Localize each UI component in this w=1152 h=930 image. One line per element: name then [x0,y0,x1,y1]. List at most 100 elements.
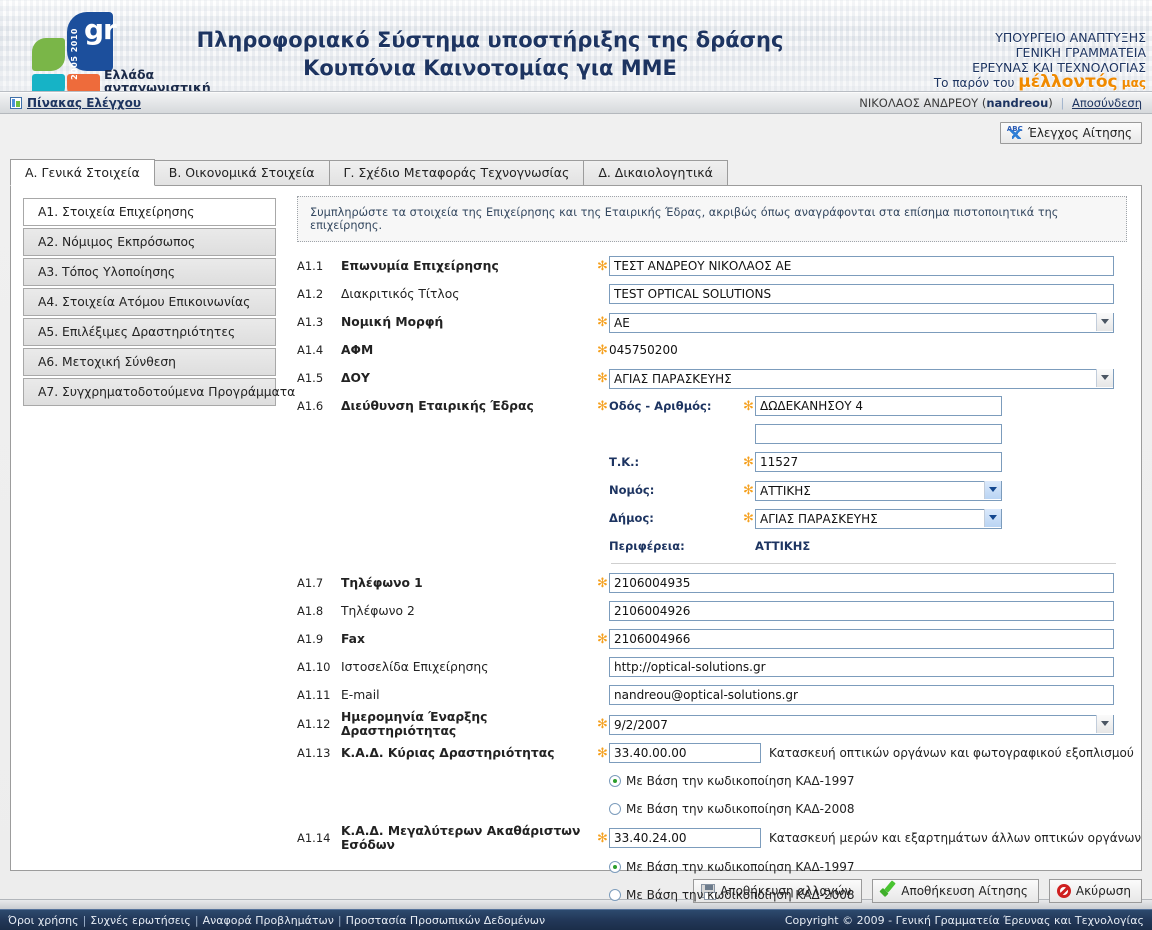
highest-revenue-kad-input[interactable] [609,828,761,848]
field-row-tax-office: Α1.5 ΔΟΥ ✻ [297,365,1127,391]
radio-row-main-kad-2008: ✻ Με Βάση την κωδικοποίηση ΚΑΔ-2008 [297,796,1127,822]
field-label: ΑΦΜ [341,343,374,357]
sidebar-item-shareholding[interactable]: Α6. Μετοχική Σύνθεση [23,348,276,376]
field-row-fax: Α1.9 Fax ✻ [297,626,1127,652]
sidebar-item-implementation-place[interactable]: Α3. Τόπος Υλοποίησης [23,258,276,286]
address-divider [611,563,1116,564]
field-code: Α1.13 [297,746,331,760]
field-row-phone2: Α1.8 Τηλέφωνο 2 ✻ [297,598,1127,624]
field-label: Νομική Μορφή [341,315,444,329]
radio-icon-selected[interactable] [609,861,621,873]
field-label: Τηλέφωνο 1 [341,576,423,590]
logout-link[interactable]: Αποσύνδεση [1072,96,1142,110]
dashboard-link-group[interactable]: Πίνακας Ελέγχου [10,96,141,110]
prefecture-sublabel: Νομός: [609,483,655,497]
street-line2-input[interactable] [755,424,1002,444]
field-code: Α1.9 [297,632,324,646]
required-asterisk: ✻ [597,745,608,761]
field-code: Α1.2 [297,287,324,301]
required-asterisk: ✻ [597,398,608,414]
tab-supporting-documents[interactable]: Δ. Δικαιολογητικά [583,160,728,185]
field-row-trade-name: Α1.2 Διακριτικός Τίτλος ✻ [297,281,1127,307]
footer-link-faq[interactable]: Συχνές ερωτήσεις [90,914,191,927]
logo-green-square [32,38,65,71]
trade-name-input[interactable] [609,284,1114,304]
section-sidebar: Α1. Στοιχεία Επιχείρησης Α2. Νόμιμος Εκπ… [23,198,295,408]
website-input[interactable] [609,657,1114,677]
radio-label: Με Βάση την κωδικοποίηση ΚΑΔ-2008 [626,888,855,902]
radio-option-revenue-kad1997[interactable]: Με Βάση την κωδικοποίηση ΚΑΔ-1997 [609,856,855,878]
dashboard-link[interactable]: Πίνακας Ελέγχου [27,96,141,110]
sidebar-item-company-data[interactable]: Α1. Στοιχεία Επιχείρησης [23,198,276,226]
start-date-select-wrap [609,714,1114,735]
footer-link-report-problems[interactable]: Αναφορά Προβλημάτων [203,914,334,927]
radio-option-revenue-kad2008[interactable]: Με Βάση την κωδικοποίηση ΚΑΔ-2008 [609,884,855,906]
field-row-start-date: Α1.12 Ημερομηνία Έναρξης Δραστηριότητας … [297,710,1127,738]
radio-option-kad2008[interactable]: Με Βάση την κωδικοποίηση ΚΑΔ-2008 [609,798,855,820]
prefecture-select[interactable] [755,480,1002,501]
sidebar-item-cofinanced-programmes[interactable]: Α7. Συγχρηματοδοτούμενα Προγράμματα [23,378,295,406]
sidebar-item-eligible-activities[interactable]: Α5. Επιλέξιμες Δραστηριότητες [23,318,276,346]
field-label: Κ.Α.Δ. Κύριας Δραστηριότητας [341,746,555,760]
radio-icon-unselected[interactable] [609,803,621,815]
prefecture-select-wrap [755,480,1002,501]
radio-option-kad1997[interactable]: Με Βάση την κωδικοποίηση ΚΑΔ-1997 [609,770,855,792]
legal-form-select[interactable] [609,312,1114,333]
radio-row-revenue-kad-1997: ✻ Με Βάση την κωδικοποίηση ΚΑΔ-1997 [297,854,1127,880]
phone1-input[interactable] [609,573,1114,593]
field-row-main-activity-kad: Α1.13 Κ.Α.Δ. Κύριας Δραστηριότητας ✻ Κατ… [297,740,1134,766]
tab-knowhow-transfer-plan[interactable]: Γ. Σχέδιο Μεταφοράς Τεχνογνωσίας [328,160,585,185]
ministry-line2: ΓΕΝΙΚΗ ΓΡΑΜΜΑΤΕΙΑ [1015,45,1146,60]
tab-financial-data[interactable]: Β. Οικονομικά Στοιχεία [153,160,330,185]
field-row-vat-number: Α1.4 ΑΦΜ ✻ 045750200 [297,337,1127,363]
slogan-post: μας [1117,76,1146,90]
field-code: Α1.3 [297,315,324,329]
field-code: Α1.7 [297,576,324,590]
start-date-input[interactable] [609,714,1114,735]
highest-revenue-kad-description: Κατασκευή μερών και εξαρτημάτων άλλων οπ… [769,831,1142,845]
tax-office-select[interactable] [609,368,1114,389]
field-label: E-mail [341,688,380,702]
sidebar-item-legal-representative[interactable]: Α2. Νόμιμος Εκπρόσωπος [23,228,276,256]
radio-label: Με Βάση την κωδικοποίηση ΚΑΔ-1997 [626,860,855,874]
radio-icon-selected[interactable] [609,775,621,787]
footer-sep: | [194,914,199,927]
form-fields: Συμπληρώστε τα στοιχεία της Επιχείρησης … [287,186,1142,902]
street-input[interactable] [755,396,1002,416]
user-separator: | [1060,96,1065,110]
utility-toolbar: Πίνακας Ελέγχου ΝΙΚΟΛΑΟΣ ΑΝΔΡΕΟΥ (nandre… [0,92,1152,114]
field-label: Ιστοσελίδα Επιχείρησης [341,660,489,674]
phone2-input[interactable] [609,601,1114,621]
field-code: Α1.12 [297,717,331,731]
required-asterisk: ✻ [597,258,608,274]
region-sublabel: Περιφέρεια: [609,539,685,553]
required-asterisk: ✻ [743,482,754,498]
field-code: Α1.8 [297,604,324,618]
field-row-postal-code: ✻ Τ.Κ.: ✻ [297,449,1127,475]
email-input[interactable] [609,685,1114,705]
tab-bar: Α. Γενικά Στοιχεία Β. Οικονομικά Στοιχεί… [10,159,728,186]
radio-icon-unselected[interactable] [609,889,621,901]
slogan-pre: Το παρόν του [933,76,1019,90]
tab-general-data[interactable]: Α. Γενικά Στοιχεία [10,159,155,186]
dashboard-icon [10,97,22,109]
form-panel: Α1. Στοιχεία Επιχείρησης Α2. Νόμιμος Εκπ… [10,185,1142,902]
postal-code-input[interactable] [755,452,1002,472]
main-activity-kad-input[interactable] [609,743,761,763]
footer-link-terms[interactable]: Όροι χρήσης [8,914,79,927]
site-header: 2005 2010 gr Ελλάδα ανταγωνιστική ποιότη… [0,0,1152,92]
field-label: ΔΟΥ [341,371,370,385]
field-label: Fax [341,632,365,646]
page-title-line1: Πληροφοριακό Σύστημα υποστήριξης της δρά… [196,28,784,52]
municipality-select[interactable] [755,508,1002,529]
footer-links: Όροι χρήσης | Συχνές ερωτήσεις | Αναφορά Προ… [8,914,545,927]
check-application-button[interactable]: ABC Έλεγχος Αίτησης [999,122,1142,144]
sidebar-item-contact-person[interactable]: Α4. Στοιχεία Ατόμου Επικοινωνίας [23,288,276,316]
radio-row-revenue-kad-2008: ✻ Με Βάση την κωδικοποίηση ΚΑΔ-2008 [297,882,1127,908]
logo-tagline-line2: ανταγωνιστική [104,80,211,92]
fax-input[interactable] [609,629,1114,649]
company-name-input[interactable] [609,256,1114,276]
site-footer: Όροι χρήσης | Συχνές ερωτήσεις | Αναφορά Προ… [0,909,1152,930]
footer-link-privacy[interactable]: Προστασία Προσωπικών Δεδομένων [346,914,546,927]
field-row-company-name: Α1.1 Επωνυμία Επιχείρησης ✻ [297,253,1127,279]
